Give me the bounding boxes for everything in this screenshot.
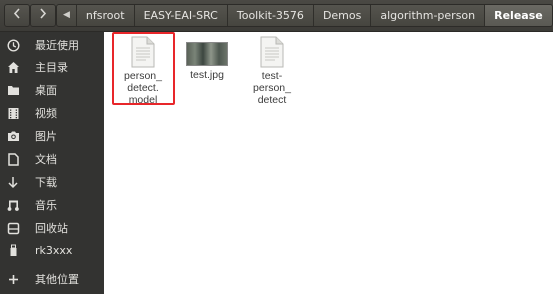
chevron-right-icon [40, 8, 47, 19]
sidebar-item-label: 主目录 [35, 61, 68, 74]
breadcrumb-item-demos[interactable]: Demos [312, 5, 370, 26]
sidebar-item-music[interactable]: 音乐 [0, 194, 104, 216]
document-file-icon [260, 36, 284, 68]
video-icon [6, 106, 20, 120]
path-bar: ◀ nfsroot EASY-EAI-SRC Toolkit-3576 Demo… [0, 0, 553, 32]
breadcrumb: ◀ nfsroot EASY-EAI-SRC Toolkit-3576 Demo… [56, 4, 553, 27]
sidebar-item-other-locations[interactable]: 其他位置 [0, 268, 104, 290]
music-icon [6, 198, 20, 212]
file-item-test-person-detect[interactable]: test- person_ detect [239, 36, 305, 106]
sidebar-item-documents[interactable]: 文档 [0, 148, 104, 170]
sidebar-item-label: 下载 [35, 176, 57, 189]
file-name: person_ detect. model [124, 70, 162, 106]
sidebar-item-videos[interactable]: 视频 [0, 102, 104, 124]
file-name: test.jpg [190, 69, 224, 81]
download-icon [6, 175, 20, 189]
sidebar-item-label: 最近使用 [35, 39, 79, 52]
file-view: person_ detect. model test.jpg test- per… [104, 32, 553, 294]
file-name: test- person_ detect [253, 70, 291, 106]
plus-icon [6, 272, 20, 286]
sidebar-item-label: 音乐 [35, 199, 57, 212]
chevron-left-icon [13, 8, 20, 19]
sidebar-item-pictures[interactable]: 图片 [0, 125, 104, 147]
sidebar-item-downloads[interactable]: 下载 [0, 171, 104, 193]
sidebar-item-rk3xxx[interactable]: rk3xxx [0, 239, 104, 261]
sidebar-item-label: 文档 [35, 153, 57, 166]
sidebar-item-recent[interactable]: 最近使用 [0, 34, 104, 56]
file-item-test-jpg[interactable]: test.jpg [174, 42, 240, 81]
clock-icon [6, 38, 20, 52]
sidebar: 最近使用 主目录 桌面 视频 图片 文档 下载 音乐 回收站 rk3xxx 其他… [0, 32, 104, 294]
trash-icon [6, 221, 20, 235]
document-icon [6, 152, 20, 166]
breadcrumb-item-nfsroot[interactable]: nfsroot [75, 5, 134, 26]
breadcrumb-item-algorithm-person[interactable]: algorithm-person [370, 5, 484, 26]
sidebar-item-label: 回收站 [35, 222, 68, 235]
sidebar-item-label: 图片 [35, 130, 57, 143]
document-file-icon [131, 36, 155, 68]
breadcrumb-item-toolkit[interactable]: Toolkit-3576 [226, 5, 313, 26]
breadcrumb-item-easy-eai-src[interactable]: EASY-EAI-SRC [133, 5, 227, 26]
home-icon [6, 60, 20, 74]
usb-drive-icon [6, 243, 20, 257]
breadcrumb-item-release[interactable]: Release [484, 5, 552, 26]
breadcrumb-scroll-left[interactable]: ◀ [57, 5, 76, 26]
sidebar-item-label: 桌面 [35, 84, 57, 97]
sidebar-item-home[interactable]: 主目录 [0, 56, 104, 78]
image-thumbnail [186, 42, 228, 66]
sidebar-item-label: rk3xxx [35, 243, 73, 257]
sidebar-item-desktop[interactable]: 桌面 [0, 79, 104, 101]
back-button[interactable] [4, 4, 30, 27]
sidebar-item-label: 视频 [35, 107, 57, 120]
file-item-person-detect-model[interactable]: person_ detect. model [110, 36, 176, 106]
sidebar-item-trash[interactable]: 回收站 [0, 217, 104, 239]
camera-icon [6, 129, 20, 143]
sidebar-item-label: 其他位置 [35, 273, 79, 286]
forward-button[interactable] [30, 4, 56, 27]
desktop-folder-icon [6, 83, 20, 97]
